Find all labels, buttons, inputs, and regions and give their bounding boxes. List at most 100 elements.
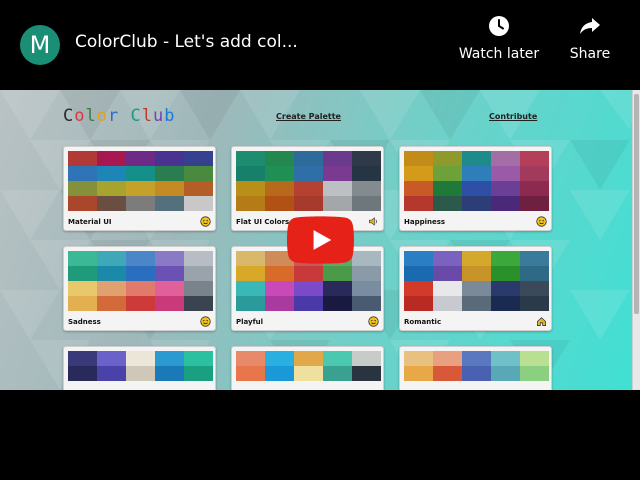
color-swatch[interactable] [155, 351, 184, 366]
color-swatch[interactable] [462, 296, 491, 311]
emoji-face-icon[interactable] [200, 216, 211, 227]
color-swatch[interactable] [404, 181, 433, 196]
color-swatch[interactable] [68, 166, 97, 181]
palette-card[interactable] [231, 346, 384, 390]
color-swatch[interactable] [126, 281, 155, 296]
color-swatch[interactable] [126, 251, 155, 266]
color-swatch[interactable] [236, 166, 265, 181]
color-swatch[interactable] [491, 296, 520, 311]
page-scrollbar[interactable] [632, 90, 640, 390]
color-swatch[interactable] [323, 151, 352, 166]
color-swatch[interactable] [520, 181, 549, 196]
palette-card-material-ui[interactable]: Material UI [63, 146, 216, 231]
color-swatch[interactable] [433, 266, 462, 281]
color-swatch[interactable] [184, 196, 213, 211]
color-swatch[interactable] [155, 251, 184, 266]
emoji-face-icon[interactable] [536, 216, 547, 227]
color-swatch[interactable] [155, 166, 184, 181]
color-swatch[interactable] [236, 266, 265, 281]
color-swatch[interactable] [68, 196, 97, 211]
color-swatch[interactable] [352, 151, 381, 166]
color-swatch[interactable] [184, 181, 213, 196]
color-swatch[interactable] [404, 151, 433, 166]
color-swatch[interactable] [404, 166, 433, 181]
emoji-face-icon[interactable] [200, 316, 211, 327]
color-swatch[interactable] [352, 281, 381, 296]
color-swatch[interactable] [265, 181, 294, 196]
color-swatch[interactable] [520, 151, 549, 166]
color-swatch[interactable] [68, 296, 97, 311]
emoji-face-icon[interactable] [368, 316, 379, 327]
scrollbar-thumb[interactable] [634, 94, 639, 314]
color-swatch[interactable] [155, 281, 184, 296]
color-swatch[interactable] [68, 181, 97, 196]
color-swatch[interactable] [462, 366, 491, 381]
color-swatch[interactable] [126, 196, 155, 211]
color-swatch[interactable] [294, 296, 323, 311]
color-swatch[interactable] [184, 296, 213, 311]
color-swatch[interactable] [236, 251, 265, 266]
color-swatch[interactable] [433, 281, 462, 296]
color-swatch[interactable] [184, 251, 213, 266]
color-swatch[interactable] [184, 281, 213, 296]
color-swatch[interactable] [97, 351, 126, 366]
color-swatch[interactable] [491, 151, 520, 166]
color-swatch[interactable] [520, 166, 549, 181]
palette-card[interactable] [63, 346, 216, 390]
color-swatch[interactable] [352, 196, 381, 211]
color-swatch[interactable] [97, 181, 126, 196]
color-swatch[interactable] [184, 266, 213, 281]
share-button[interactable]: Share [560, 14, 620, 62]
color-swatch[interactable] [265, 296, 294, 311]
color-swatch[interactable] [97, 151, 126, 166]
color-swatch[interactable] [352, 181, 381, 196]
color-swatch[interactable] [68, 251, 97, 266]
color-swatch[interactable] [462, 181, 491, 196]
color-swatch[interactable] [68, 281, 97, 296]
channel-avatar[interactable]: M [20, 25, 60, 65]
color-swatch[interactable] [323, 351, 352, 366]
color-swatch[interactable] [294, 366, 323, 381]
color-swatch[interactable] [68, 151, 97, 166]
color-swatch[interactable] [294, 151, 323, 166]
color-swatch[interactable] [462, 351, 491, 366]
color-swatch[interactable] [155, 151, 184, 166]
color-swatch[interactable] [236, 281, 265, 296]
color-swatch[interactable] [491, 366, 520, 381]
color-swatch[interactable] [294, 181, 323, 196]
color-swatch[interactable] [462, 151, 491, 166]
color-swatch[interactable] [520, 251, 549, 266]
color-swatch[interactable] [404, 366, 433, 381]
color-swatch[interactable] [404, 296, 433, 311]
play-button[interactable] [287, 216, 354, 264]
color-swatch[interactable] [236, 366, 265, 381]
color-swatch[interactable] [97, 196, 126, 211]
color-swatch[interactable] [323, 181, 352, 196]
color-swatch[interactable] [491, 196, 520, 211]
color-swatch[interactable] [491, 351, 520, 366]
color-swatch[interactable] [155, 366, 184, 381]
color-swatch[interactable] [323, 266, 352, 281]
color-swatch[interactable] [294, 266, 323, 281]
color-swatch[interactable] [68, 266, 97, 281]
color-swatch[interactable] [520, 196, 549, 211]
color-swatch[interactable] [323, 281, 352, 296]
color-swatch[interactable] [68, 366, 97, 381]
color-swatch[interactable] [97, 296, 126, 311]
color-swatch[interactable] [462, 266, 491, 281]
color-swatch[interactable] [126, 296, 155, 311]
color-swatch[interactable] [265, 166, 294, 181]
color-swatch[interactable] [491, 281, 520, 296]
color-swatch[interactable] [126, 166, 155, 181]
color-swatch[interactable] [155, 196, 184, 211]
color-swatch[interactable] [491, 266, 520, 281]
palette-card[interactable] [399, 346, 552, 390]
color-swatch[interactable] [97, 281, 126, 296]
color-swatch[interactable] [462, 196, 491, 211]
color-swatch[interactable] [520, 351, 549, 366]
color-swatch[interactable] [323, 166, 352, 181]
color-swatch[interactable] [404, 251, 433, 266]
create-palette-link[interactable]: Create Palette [276, 112, 341, 121]
color-swatch[interactable] [236, 351, 265, 366]
color-swatch[interactable] [520, 281, 549, 296]
